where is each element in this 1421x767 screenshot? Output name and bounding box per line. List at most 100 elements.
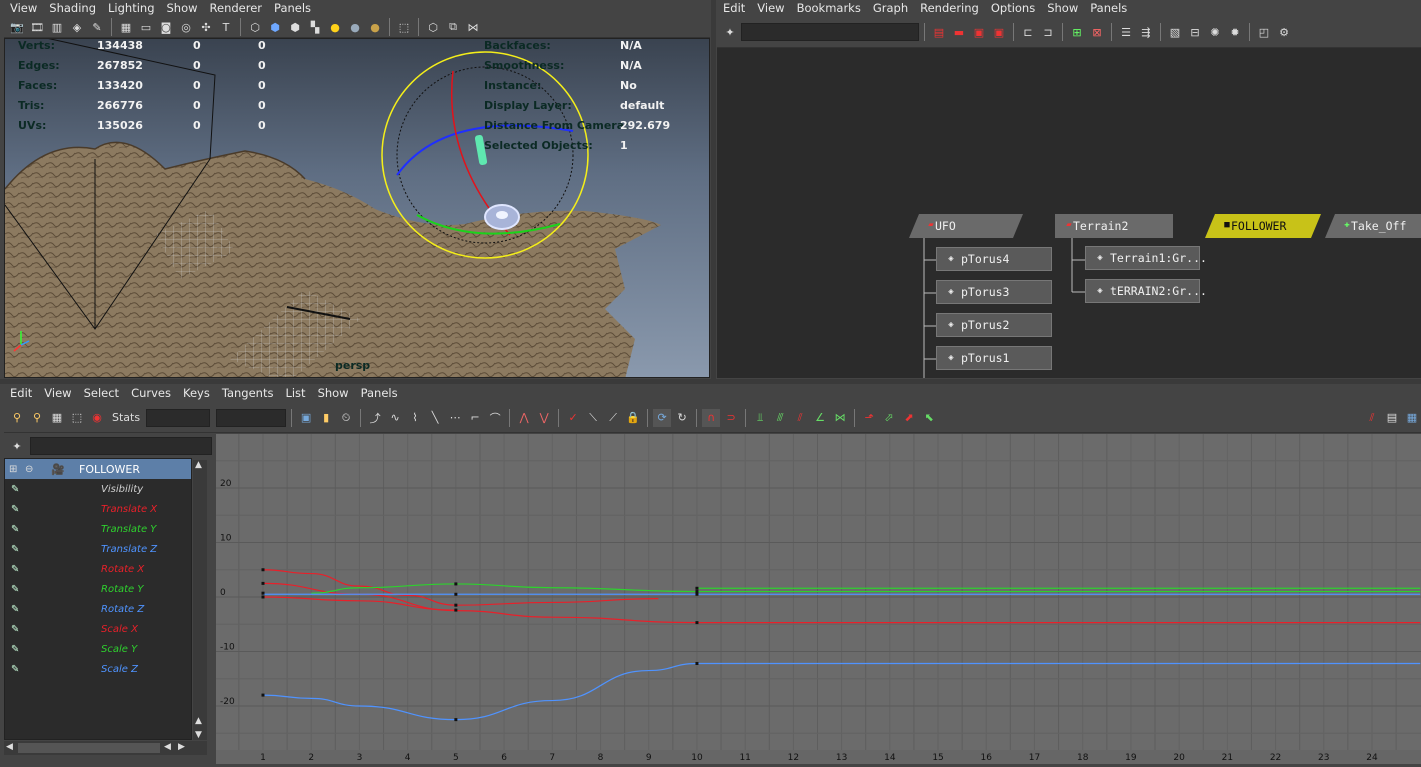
frame-all-icon[interactable]: ▤ [930,23,948,41]
xray-icon[interactable]: ⬡ [424,18,442,36]
use-all-lights-icon[interactable]: ● [326,18,344,36]
lattice-deform-icon[interactable]: ▦ [48,409,66,427]
graph-menu-keys[interactable]: Keys [177,386,216,400]
hypergraph-menu-options[interactable]: Options [985,1,1041,15]
pin-icon[interactable]: ✎ [11,484,23,495]
scene-hierarchy-icon[interactable]: ☰ [1117,23,1135,41]
viewport-menu-show[interactable]: Show [161,1,204,15]
channel-row[interactable]: ✎ Translate Y [5,519,191,539]
viewport-menu-lighting[interactable]: Lighting [102,1,160,15]
center-time-icon[interactable]: ⏲ [337,409,355,427]
filter-icon[interactable]: ✦ [8,437,26,455]
hypergraph-search-input[interactable] [741,23,919,41]
expand-icon[interactable]: ⊞ [9,464,17,475]
input-output-icon[interactable]: ⇶ [1137,23,1155,41]
freeform-icon[interactable]: ✹ [1226,23,1244,41]
wire-on-shaded-icon[interactable]: ⬢ [286,18,304,36]
spline-tangent-icon[interactable]: ∿ [386,409,404,427]
node-ptorus4[interactable]: ◈ pTorus4 [936,247,1052,271]
buffer-curve-icon[interactable]: ⟋ [604,409,622,427]
outliner-search-input[interactable] [30,437,212,455]
pin-icon[interactable]: ✎ [11,564,23,575]
share-icon[interactable]: ⋈ [464,18,482,36]
graph-menu-panels[interactable]: Panels [355,386,404,400]
hypergraph-menu-show[interactable]: Show [1041,1,1084,15]
camera-attr-icon[interactable]: 🎞 [28,18,46,36]
graph-menu-tangents[interactable]: Tangents [216,386,280,400]
viewport-menu-view[interactable]: View [4,1,43,15]
dependency-icon[interactable]: ✺ [1206,23,1224,41]
auto-load-icon[interactable]: ⟳ [653,408,672,427]
time-snap-icon[interactable]: ∩ [702,408,721,427]
graph-editor-canvas[interactable]: 20 10 0 -10 -20 1 2 3 4 5 6 7 8 9 10 11 12 13 14 15 16 17 18 19… [216,434,1421,764]
frame-playback-icon[interactable]: ▮ [317,409,335,427]
viewport-menu-shading[interactable]: Shading [43,1,102,15]
node-take-off[interactable]: ✚ Take_Off [1325,214,1421,238]
auto-tangent-icon[interactable]: ⤴ [366,409,384,427]
cycle-offset-icon[interactable]: ⬏ [860,409,878,427]
graph-menu-list[interactable]: List [279,386,311,400]
scroll-left-icon[interactable]: ◀ [164,742,171,752]
pin-icon[interactable]: ✎ [11,544,23,555]
shadows-icon[interactable]: ● [346,18,364,36]
post-infinity-icon[interactable]: ∠ [811,409,829,427]
scroll-right-icon[interactable]: ▶ [178,742,185,752]
frame-all-icon[interactable]: ▣ [297,409,315,427]
smooth-shade-icon[interactable]: ⬢ [266,18,284,36]
pin-icon[interactable]: ✎ [11,524,23,535]
bookmark-icon[interactable]: ✦ [721,23,739,41]
pin-icon[interactable]: ✎ [11,604,23,615]
pin-icon[interactable]: ✎ [11,584,23,595]
node-follower[interactable]: ■ FOLLOWER [1205,214,1321,238]
oscillate-icon[interactable]: ⬀ [880,409,898,427]
open-channel-box-icon[interactable]: ▦ [1403,409,1421,427]
node-terrain2-group[interactable]: ◈ tERRAIN2:Gr... [1085,279,1207,303]
normalize-icon[interactable]: ⫫ [751,409,769,427]
hypergraph-menu-panels[interactable]: Panels [1084,1,1133,15]
viewport-menu-panels[interactable]: Panels [268,1,317,15]
graph-editor-outliner[interactable]: ⊞ ⊖ 🎥 FOLLOWER ✎ Visibility ✎ Translate X ✎ T… [4,458,192,740]
move-key-icon[interactable]: ⚲ [8,409,26,427]
graph-menu-show[interactable]: Show [312,386,355,400]
cycle-icon[interactable]: ⋈ [831,409,849,427]
grid-icon[interactable]: ▦ [117,18,135,36]
clamped-tangent-icon[interactable]: ⌇ [406,409,424,427]
graph-menu-edit[interactable]: Edit [4,386,38,400]
add-bookmark-icon[interactable]: ⊞ [1068,23,1086,41]
channel-row[interactable]: ✎ Rotate Y [5,579,191,599]
scroll-down-icon[interactable]: ▼ [195,730,202,740]
lock-icon[interactable]: 🔒 [624,409,642,427]
stats-frame-field[interactable] [146,408,211,427]
graph-menu-select[interactable]: Select [78,386,125,400]
retime-icon[interactable]: ◉ [88,409,106,427]
viewport-menu-renderer[interactable]: Renderer [204,1,269,15]
pre-infinity-icon[interactable]: ⫽ [791,409,809,427]
plateau-tangent-icon[interactable]: ⌒ [486,409,504,427]
graph-down-icon[interactable]: ⊐ [1039,23,1057,41]
graph-up-icon[interactable]: ⊏ [1019,23,1037,41]
step-tangent-icon[interactable]: ⌐ [466,409,484,427]
field-chart-icon[interactable]: ✣ [197,18,215,36]
safe-title-icon[interactable]: T [217,18,235,36]
panel-splitter[interactable] [0,379,1421,384]
linear-infinity-icon[interactable]: ⬈ [900,409,918,427]
remove-bookmark-icon[interactable]: ⊠ [1088,23,1106,41]
frame-hierarchy-icon[interactable]: ▣ [970,23,988,41]
xray-joints-icon[interactable]: ⧉ [444,18,462,36]
swatch-icon[interactable]: ◰ [1255,23,1273,41]
free-tangent-weight-icon[interactable]: ✓ [564,409,582,427]
panel-splitter-vertical[interactable] [711,0,716,379]
value-snap-icon[interactable]: ⊃ [722,409,740,427]
channel-row[interactable]: ✎ Translate Z [5,539,191,559]
channel-row[interactable]: ✎ Rotate X [5,559,191,579]
load-selected-icon[interactable]: ↻ [673,409,691,427]
hypergraph-menu-view[interactable]: View [751,1,790,15]
node-ptorus3[interactable]: ◈ pTorus3 [936,280,1052,304]
bookmark-icon[interactable]: ▥ [48,18,66,36]
pin-icon[interactable]: ✎ [11,624,23,635]
channel-row[interactable]: ✎ Translate X [5,499,191,519]
hypergraph-menu-graph[interactable]: Graph [867,1,914,15]
scroll-left-icon[interactable]: ◀ [6,742,13,752]
image-plane-icon[interactable]: ◈ [68,18,86,36]
flat-tangent-icon[interactable]: ⋯ [446,409,464,427]
